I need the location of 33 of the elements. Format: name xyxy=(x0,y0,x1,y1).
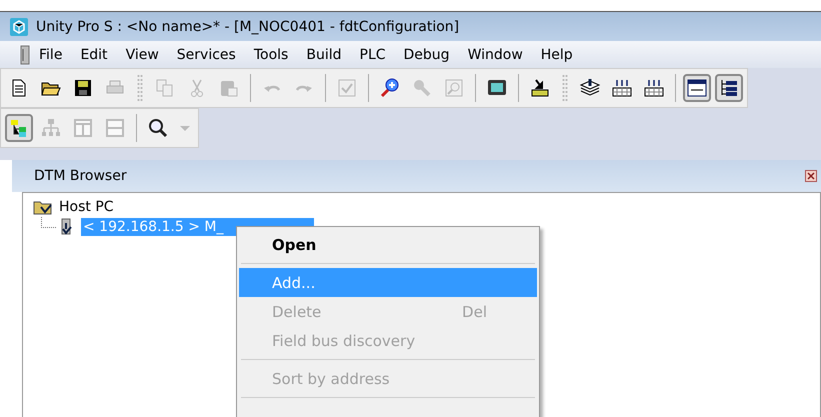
zoom-in-icon xyxy=(379,77,401,99)
menu-item[interactable]: File xyxy=(30,44,72,64)
menu-item[interactable]: Help xyxy=(532,44,582,64)
search-page-icon xyxy=(443,77,465,99)
undo-icon xyxy=(263,84,281,92)
toolbar-button[interactable] xyxy=(5,114,33,142)
window-icon xyxy=(686,77,708,99)
columns-icon xyxy=(72,117,94,139)
menu-item[interactable]: Tools xyxy=(244,44,298,64)
checkbox-icon xyxy=(336,77,358,99)
menu-item[interactable]: Window xyxy=(458,44,532,64)
menu-item[interactable]: View xyxy=(116,44,168,64)
floppy-icon xyxy=(72,77,94,99)
redo-icon xyxy=(295,84,313,92)
tree-item[interactable]: Host PC xyxy=(57,198,116,216)
toolbar-button[interactable] xyxy=(715,74,743,102)
caret-icon xyxy=(179,124,191,132)
window-title: Unity Pro S : <No name>* - [M_NOC0401 - fdtConfiguration] xyxy=(36,18,460,34)
menu-item[interactable]: Edit xyxy=(71,44,117,64)
hierarchy-icon xyxy=(40,117,62,139)
close-icon[interactable] xyxy=(805,170,817,182)
toolbar-grip[interactable] xyxy=(137,74,143,102)
panel-title: DTM Browser xyxy=(34,168,127,184)
menu-item[interactable]: PLC xyxy=(350,44,395,64)
search-icon xyxy=(147,117,169,139)
toolbar-button[interactable] xyxy=(683,74,711,102)
rows-icon xyxy=(104,117,126,139)
menu-item[interactable]: Debug xyxy=(394,44,459,64)
menu-item[interactable]: Build xyxy=(297,44,350,64)
menu-item[interactable]: Services xyxy=(168,44,245,64)
import-icon xyxy=(529,77,551,99)
toolbar-grip[interactable] xyxy=(562,74,568,102)
app-icon xyxy=(10,18,28,36)
